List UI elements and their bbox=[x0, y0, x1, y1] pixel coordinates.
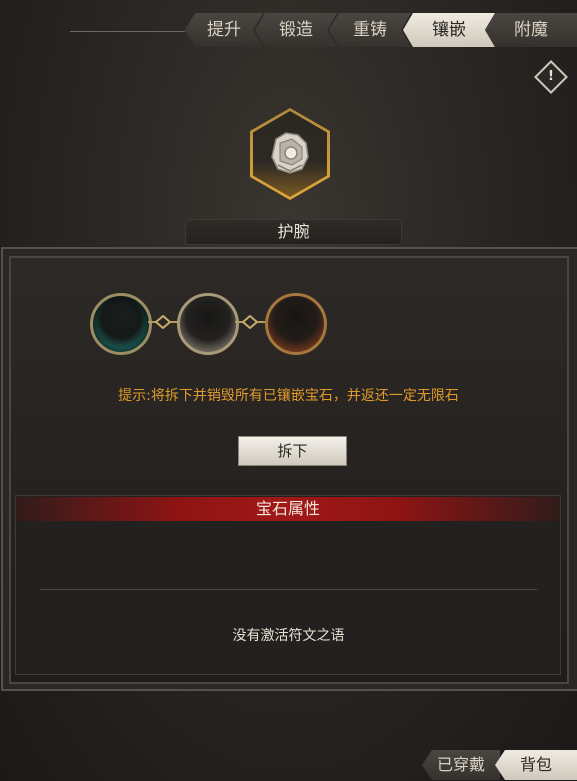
item-name: 护腕 bbox=[185, 219, 402, 245]
tab-equipped[interactable]: 已穿戴 bbox=[422, 750, 500, 780]
gem-socket-2[interactable] bbox=[177, 293, 239, 355]
gem-sockets bbox=[90, 293, 327, 355]
tab-upgrade[interactable]: 提升 bbox=[185, 13, 263, 47]
tab-bar: 提升 锻造 重铸 镶嵌 附魔 bbox=[185, 13, 577, 49]
info-button[interactable]: ! bbox=[534, 60, 568, 94]
gem-socket-3[interactable] bbox=[265, 293, 327, 355]
runeword-status-text: 没有激活符文之语 bbox=[232, 628, 345, 644]
tab-bar-divider bbox=[70, 31, 185, 32]
chain-link-icon bbox=[148, 315, 178, 329]
tab-enchant[interactable]: 附魔 bbox=[485, 13, 577, 47]
chain-link-icon bbox=[235, 315, 265, 329]
gem-attributes-title: 宝石属性 bbox=[15, 497, 561, 521]
remove-gems-button[interactable]: 拆下 bbox=[238, 436, 347, 466]
gem-socket-1[interactable] bbox=[90, 293, 152, 355]
bracer-icon bbox=[271, 132, 309, 174]
tab-forge[interactable]: 锻造 bbox=[255, 13, 337, 47]
tab-bag[interactable]: 背包 bbox=[495, 750, 577, 780]
gem-attributes-divider bbox=[40, 589, 537, 590]
gem-attributes-panel bbox=[15, 495, 561, 675]
tab-recast[interactable]: 重铸 bbox=[329, 13, 411, 47]
tab-inlay[interactable]: 镶嵌 bbox=[403, 13, 495, 47]
hint-text: 提示:将拆下并销毁所有已镶嵌宝石，并返还一定无限石 bbox=[118, 388, 459, 404]
info-icon: ! bbox=[548, 69, 554, 84]
